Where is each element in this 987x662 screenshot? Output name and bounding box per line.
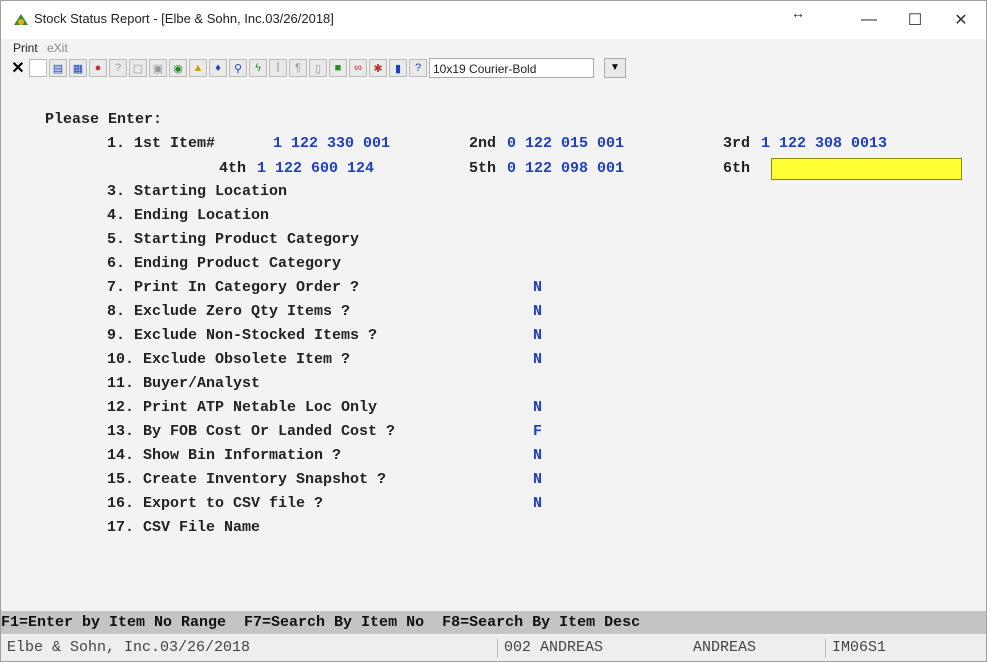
item-2-value[interactable]: 0 122 015 001 [507,135,624,152]
calc-icon[interactable]: ▢ [129,59,147,77]
item-1-value[interactable]: 1 122 330 001 [273,135,390,152]
doc-icon[interactable]: ▯ [309,59,327,77]
resize-icon: ↔ [791,5,805,21]
edit-icon[interactable]: ꟾ [269,59,287,77]
menu-exit[interactable]: eXit [47,41,68,55]
chevron-down-icon[interactable]: ▼ [604,58,626,78]
form-heading: Please Enter: [45,111,163,128]
field-label: 15. Create Inventory Snapshot ? [107,471,387,488]
field-label: 16. Export to CSV file ? [107,495,324,512]
field-value[interactable]: N [533,447,542,464]
item-5-value[interactable]: 0 122 098 001 [507,160,624,177]
function-key-bar: F1=Enter by Item No Range F7=Search By I… [1,611,986,634]
field-value[interactable]: N [533,351,542,368]
minimize-button[interactable]: — [846,1,892,39]
copy-icon[interactable]: ▤ [49,59,67,77]
page-icon[interactable]: ▣ [149,59,167,77]
field-label: 12. Print ATP Netable Loc Only [107,399,378,416]
item-1-label: 1. 1st Item# [107,135,216,152]
close-x-icon[interactable]: ✕ [9,59,27,77]
field-value[interactable]: N [533,495,542,512]
app-icon [14,14,28,25]
field-value[interactable]: N [533,327,542,344]
run-icon[interactable]: ✱ [369,59,387,77]
camera-icon[interactable]: ■ [329,59,347,77]
item-3-label: 3rd [723,135,751,152]
lightning-icon[interactable]: ϟ [249,59,267,77]
globe-icon[interactable]: ◉ [169,59,187,77]
search-icon[interactable]: ⚲ [229,59,247,77]
item-6-label: 6th [723,160,751,177]
text-icon[interactable]: ¶ [289,59,307,77]
entry-form: Please Enter: 1. 1st Item# 1 122 330 001… [1,101,986,601]
item-4-value[interactable]: 1 122 600 124 [257,160,374,177]
item-6-input[interactable] [771,158,962,180]
item-3-value[interactable]: 1 122 308 0013 [761,135,887,152]
status-user-code: 002 ANDREAS [497,638,674,658]
help-icon[interactable]: ? [109,59,127,77]
record-icon[interactable]: ● [89,59,107,77]
item-4-label: 4th [219,160,247,177]
menu-bar: Print eXit [1,39,986,57]
close-button[interactable]: ✕ [938,1,984,39]
status-bar: Elbe & Sohn, Inc.03/26/2018 002 ANDREAS … [1,635,986,661]
field-label: 6. Ending Product Category [107,255,342,272]
field-label: 5. Starting Product Category [107,231,360,248]
field-label: 9. Exclude Non-Stocked Items ? [107,327,378,344]
field-value[interactable]: N [533,471,542,488]
field-label: 17. CSV File Name [107,519,261,536]
status-company: Elbe & Sohn, Inc.03/26/2018 [7,639,251,656]
link-icon[interactable]: ∞ [349,59,367,77]
font-select[interactable]: 10x19 Courier-Bold [429,58,594,78]
item-2-label: 2nd [469,135,497,152]
new-icon[interactable] [29,59,47,77]
field-label: 10. Exclude Obsolete Item ? [107,351,351,368]
help-pointer-icon[interactable]: ? [409,59,427,77]
field-label: 14. Show Bin Information ? [107,447,342,464]
paste-icon[interactable]: ▦ [69,59,87,77]
app-window: Stock Status Report - [Elbe & Sohn, Inc.… [0,0,987,662]
find-icon[interactable]: ♦ [209,59,227,77]
menu-print[interactable]: Print [13,41,38,55]
db-icon[interactable]: ▮ [389,59,407,77]
field-label: 4. Ending Location [107,207,270,224]
field-label: 11. Buyer/Analyst [107,375,261,392]
status-screen-id: IM06S1 [825,638,972,658]
maximize-button[interactable]: ☐ [892,1,938,39]
field-value[interactable]: N [533,279,542,296]
field-value[interactable]: F [533,423,542,440]
field-value[interactable]: N [533,399,542,416]
field-value[interactable]: N [533,303,542,320]
field-label: 7. Print In Category Order ? [107,279,360,296]
title-bar: Stock Status Report - [Elbe & Sohn, Inc.… [1,1,986,39]
item-5-label: 5th [469,160,497,177]
toolbar: ✕ ▤ ▦ ● ? ▢ ▣ ◉ ▲ ♦ ⚲ ϟ ꟾ ¶ ▯ ■ ∞ ✱ ▮ ? … [9,57,979,81]
status-user-name: ANDREAS [693,639,757,656]
window-title: Stock Status Report - [Elbe & Sohn, Inc.… [34,11,334,26]
field-label: 3. Starting Location [107,183,288,200]
field-label: 8. Exclude Zero Qty Items ? [107,303,351,320]
field-label: 13. By FOB Cost Or Landed Cost ? [107,423,396,440]
warning-icon[interactable]: ▲ [189,59,207,77]
